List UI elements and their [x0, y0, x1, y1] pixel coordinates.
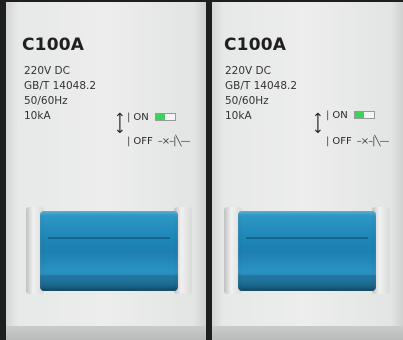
handle-shadow: [238, 275, 376, 291]
housing-bottom: [6, 326, 206, 340]
model-label: C100A: [224, 35, 287, 55]
on-indicator-icon: [353, 111, 375, 119]
on-indicator-icon: [154, 113, 176, 121]
breaker-handle-2[interactable]: [224, 205, 390, 296]
spec-breaking-capacity: 10kA: [24, 110, 51, 122]
handle-cap[interactable]: [40, 211, 178, 291]
switch-off-symbol-icon: –×–|╲—: [356, 136, 390, 147]
on-label: ON: [133, 112, 149, 123]
circuit-breaker-2: C100A 220V DC GB/T 14048.2 50/60Hz 10kA …: [212, 2, 403, 340]
spec-breaking-capacity: 10kA: [225, 110, 252, 122]
off-label: OFF: [332, 136, 352, 147]
breaker-panel: C100A 220V DC GB/T 14048.2 50/60Hz 10kA …: [0, 0, 403, 340]
off-state-row: | OFF –×–|╲—: [127, 136, 191, 147]
up-down-arrow-icon: ↑ ↓: [114, 111, 126, 137]
on-label: ON: [332, 110, 348, 121]
spec-voltage: 220V DC: [24, 65, 70, 77]
spec-standard: GB/T 14048.2: [24, 80, 97, 92]
handle-shadow: [40, 275, 178, 291]
switch-off-symbol-icon: –×–|╲—: [157, 136, 191, 147]
model-label: C100A: [22, 35, 85, 55]
spec-voltage: 220V DC: [225, 65, 271, 77]
spec-standard: GB/T 14048.2: [225, 80, 298, 92]
handle-cap[interactable]: [238, 211, 376, 291]
on-state-row: | ON: [127, 112, 176, 123]
spec-frequency: 50/60Hz: [24, 95, 68, 107]
up-down-arrow-icon: ↑ ↓: [312, 111, 324, 137]
spec-list: 220V DC GB/T 14048.2 50/60Hz 10kA: [24, 64, 96, 124]
on-state-row: | ON: [326, 110, 375, 121]
off-label: OFF: [133, 136, 153, 147]
circuit-breaker-1: C100A 220V DC GB/T 14048.2 50/60Hz 10kA …: [6, 2, 206, 340]
off-state-row: | OFF –×–|╲—: [326, 136, 390, 147]
handle-groove: [48, 237, 170, 239]
handle-groove: [246, 237, 368, 239]
breaker-handle-1[interactable]: [26, 205, 192, 296]
housing-bottom: [212, 326, 403, 340]
spec-frequency: 50/60Hz: [225, 95, 269, 107]
spec-list: 220V DC GB/T 14048.2 50/60Hz 10kA: [225, 64, 297, 124]
